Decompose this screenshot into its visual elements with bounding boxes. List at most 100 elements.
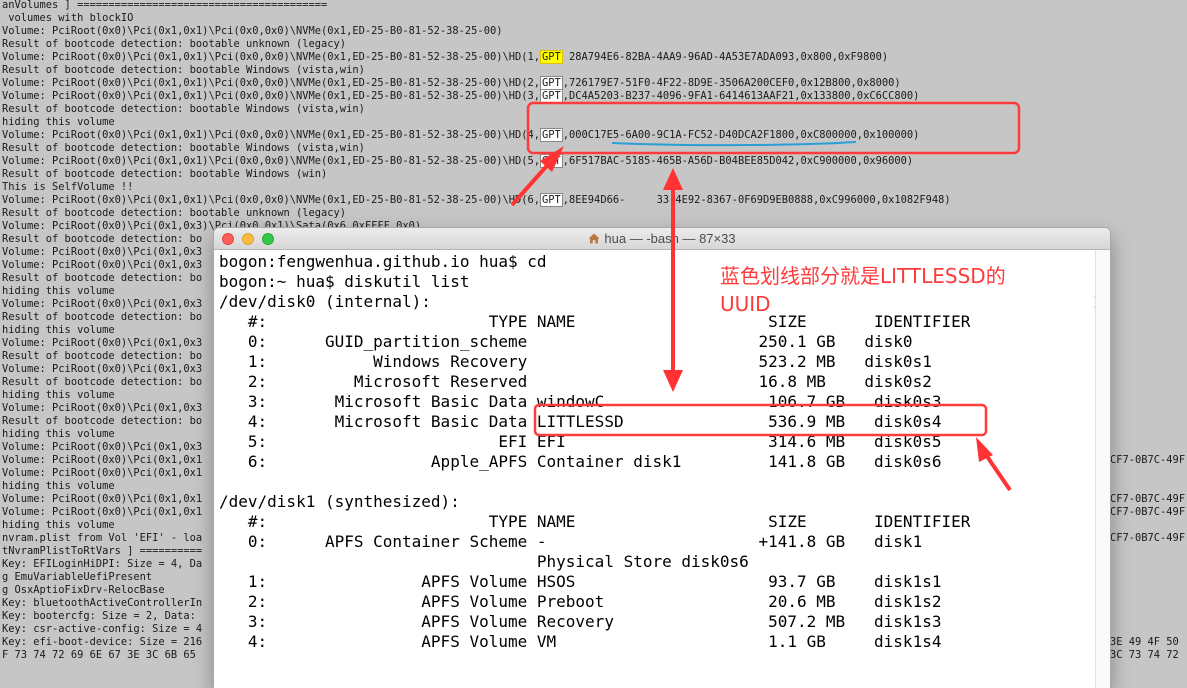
- log-line-text: Result of bootcode detection: bootable W…: [2, 103, 365, 115]
- terminal-line: 4: Microsoft Basic Data LITTLESSD 536.9 …: [219, 412, 942, 431]
- terminal-line: 1: Windows Recovery 523.2 MB disk0s1: [219, 352, 932, 371]
- log-line: anVolumes ] ============================…: [2, 0, 327, 12]
- log-line-text: hiding this volume: [2, 428, 115, 440]
- log-line-text: Volume: PciRoot(0x0)\Pci(0x1,0x1: [2, 467, 203, 479]
- gpt-tag: GPT: [540, 50, 563, 64]
- log-line: Key: EFILoginHiDPI: Size = 4, Da: [2, 558, 202, 571]
- terminal-line: 3: APFS Volume Recovery 507.2 MB disk1s3: [219, 612, 942, 631]
- terminal-line: 1: APFS Volume HSOS 93.7 GB disk1s1: [219, 572, 942, 591]
- log-line-text: Volume: PciRoot(0x0)\Pci(0x1,0x1: [2, 506, 203, 518]
- log-line-text: Volume: PciRoot(0x0)\Pci(0x1,0x1)\Pci(0x…: [2, 194, 540, 206]
- terminal-line: bogon:~ hua$ diskutil list: [219, 272, 470, 291]
- log-line-text: Volume: PciRoot(0x0)\Pci(0x1,0x1)\Pci(0x…: [2, 25, 503, 37]
- log-line-fragment: CF7-0B7C-49F: [1110, 454, 1186, 466]
- log-line-text: Volume: PciRoot(0x0)\Pci(0x1,0x3: [2, 363, 203, 375]
- log-line-fragment: CF7-0B7C-49F: [1110, 493, 1186, 505]
- log-line: Volume: PciRoot(0x0)\Pci(0x1,0x3: [2, 402, 202, 415]
- window-title: hua — -bash — 87×33: [214, 231, 1110, 246]
- partition-range: ,0xC996000,0x1082F948): [813, 194, 951, 206]
- terminal-line: #: TYPE NAME SIZE IDENTIFIER: [219, 512, 971, 531]
- log-line-text: Result of bootcode detection: bo: [2, 350, 203, 362]
- partition-range: ,0xC800000,0x100000): [794, 129, 920, 141]
- log-line-text: Volume: PciRoot(0x0)\Pci(0x1,0x1)\Pci(0x…: [2, 155, 540, 167]
- log-line-text: Volume: PciRoot(0x0)\Pci(0x1,0x3: [2, 259, 203, 271]
- log-line: Volume: PciRoot(0x0)\Pci(0x1,0x3: [2, 337, 202, 350]
- partition-guid: ,726179E7-51F0-4F22-8D9E-3506A200CEF0: [562, 77, 795, 89]
- terminal-line: 6: Apple_APFS Container disk1 141.8 GB d…: [219, 452, 942, 471]
- annotation-note: 蓝色划线部分就是LITTLESSD的 UUID: [720, 262, 1100, 318]
- log-line-fragment: CF7-0B7C-49F: [1110, 506, 1186, 518]
- log-line: Volume: PciRoot(0x0)\Pci(0x1,0x1)\Pci(0x…: [2, 154, 914, 168]
- terminal-line: Physical Store disk0s6: [219, 552, 749, 571]
- gpt-tag: GPT: [540, 89, 563, 103]
- log-line-text: anVolumes ] ============================…: [2, 0, 328, 11]
- terminal-line: 2: APFS Volume Preboot 20.6 MB disk1s2: [219, 592, 942, 611]
- log-line: hiding this volume: [2, 285, 115, 298]
- log-line: Result of bootcode detection: bootable u…: [2, 38, 346, 51]
- log-line-text: F 73 74 72 69 6E 67 3E 3C 6B 65: [2, 649, 196, 661]
- log-line-text: Volume: PciRoot(0x0)\Pci(0x1,0x3: [2, 337, 203, 349]
- log-line: Volume: PciRoot(0x0)\Pci(0x1,0x1: [2, 454, 202, 467]
- log-line-text: Volume: PciRoot(0x0)\Pci(0x1,0x1)\Pci(0x…: [2, 51, 540, 63]
- annotation-note-line1: 蓝色划线部分就是LITTLESSD的: [720, 264, 1006, 288]
- log-line: Volume: PciRoot(0x0)\Pci(0x1,0x3: [2, 298, 202, 311]
- log-line-text: volumes with blockIO: [2, 12, 134, 24]
- log-line: g OsxAptioFixDrv-RelocBase: [2, 584, 165, 597]
- log-line-text: hiding this volume: [2, 324, 115, 336]
- log-line-fragment: 3C 73 74 72: [1110, 649, 1179, 661]
- log-line: tNvramPlistToRtVars ] ==========: [2, 545, 202, 558]
- log-line: volumes with blockIO: [2, 12, 133, 25]
- terminal-line: 5: EFI EFI 314.6 MB disk0s5: [219, 432, 942, 451]
- log-line-text: Volume: PciRoot(0x0)\Pci(0x1,0x1: [2, 454, 203, 466]
- log-line: hiding this volume: [2, 116, 115, 129]
- log-line: Volume: PciRoot(0x0)\Pci(0x1,0x1: [2, 506, 202, 519]
- log-line-text: Result of bootcode detection: bo: [2, 233, 203, 245]
- annotation-note-line2: UUID: [720, 292, 771, 316]
- log-line: g EmuVariableUefiPresent: [2, 571, 152, 584]
- log-line-text: Key: bluetoothActiveControllerIn: [2, 597, 203, 609]
- log-line-text: Key: EFILoginHiDPI: Size = 4, Da: [2, 558, 203, 570]
- log-line: Volume: PciRoot(0x0)\Pci(0x1,0x1: [2, 467, 202, 480]
- terminal-titlebar[interactable]: hua — -bash — 87×33: [214, 228, 1110, 250]
- log-line-text: hiding this volume: [2, 480, 115, 492]
- log-line: Key: csr-active-config: Size = 4: [2, 623, 202, 636]
- terminal-line: /dev/disk1 (synthesized):: [219, 492, 460, 511]
- partition-guid: ,8EE94D66- 33-4E92-8367-0F69D9EB0888: [562, 194, 814, 206]
- log-line-text: Result of bootcode detection: bo: [2, 311, 203, 323]
- log-line-text: Volume: PciRoot(0x0)\Pci(0x1,0x1)\Pci(0x…: [2, 90, 540, 102]
- terminal-line: /dev/disk0 (internal):: [219, 292, 431, 311]
- log-line: Result of bootcode detection: bo: [2, 311, 202, 324]
- log-line-text: Volume: PciRoot(0x0)\Pci(0x1,0x3: [2, 402, 203, 414]
- log-line: nvram.plist from Vol 'EFI' - loa: [2, 532, 202, 545]
- partition-guid: ,DC4A5203-B237-4096-9FA1-6414613AAF21: [562, 90, 795, 102]
- terminal-line: 4: APFS Volume VM 1.1 GB disk1s4: [219, 632, 942, 651]
- log-line: Result of bootcode detection: bo: [2, 415, 202, 428]
- log-line: Volume: PciRoot(0x0)\Pci(0x1,0x1)\Pci(0x…: [2, 89, 919, 103]
- log-line-text: Volume: PciRoot(0x0)\Pci(0x1,0x1)\Pci(0x…: [2, 129, 540, 141]
- log-line-text: hiding this volume: [2, 389, 115, 401]
- log-line: hiding this volume: [2, 519, 115, 532]
- log-line-text: Result of bootcode detection: bo: [2, 272, 203, 284]
- log-line: Result of bootcode detection: bo: [2, 350, 202, 363]
- log-line: hiding this volume: [2, 324, 115, 337]
- log-line: Key: bootercfg: Size = 2, Data:: [2, 610, 196, 623]
- partition-range: ,0xC900000,0x96000): [794, 155, 914, 167]
- log-line: Key: efi-boot-device: Size = 216: [2, 636, 202, 649]
- terminal-line: 0: GUID_partition_scheme 250.1 GB disk0: [219, 332, 913, 351]
- log-line-text: Volume: PciRoot(0x0)\Pci(0x1,0x1)\Pci(0x…: [2, 77, 540, 89]
- log-line-text: hiding this volume: [2, 519, 115, 531]
- partition-range: ,0x800,0xF9800): [794, 51, 889, 63]
- log-line-text: Volume: PciRoot(0x0)\Pci(0x1,0x3: [2, 246, 203, 258]
- log-line-text: hiding this volume: [2, 285, 115, 297]
- log-line: Volume: PciRoot(0x0)\Pci(0x1,0x1)\Pci(0x…: [2, 25, 502, 38]
- gpt-tag: GPT: [540, 193, 563, 207]
- log-line-text: g EmuVariableUefiPresent: [2, 571, 153, 583]
- log-line: Volume: PciRoot(0x0)\Pci(0x1,0x1: [2, 493, 202, 506]
- log-line: hiding this volume: [2, 480, 115, 493]
- log-line-text: hiding this volume: [2, 116, 115, 128]
- log-line: Volume: PciRoot(0x0)\Pci(0x1,0x3: [2, 441, 202, 454]
- log-line: Volume: PciRoot(0x0)\Pci(0x1,0x1)\Pci(0x…: [2, 76, 901, 90]
- terminal-line: bogon:fengwenhua.github.io hua$ cd: [219, 252, 547, 271]
- log-line: Result of bootcode detection: bootable W…: [2, 64, 365, 77]
- log-line: This is SelfVolume !!: [2, 181, 133, 194]
